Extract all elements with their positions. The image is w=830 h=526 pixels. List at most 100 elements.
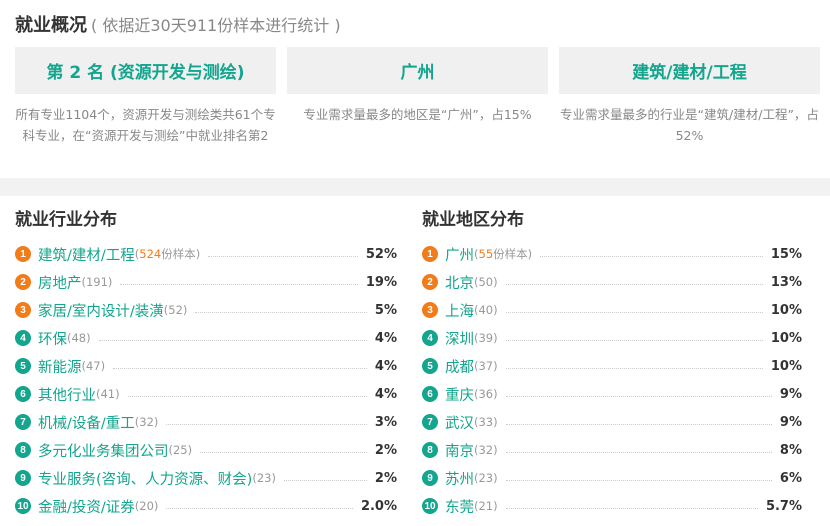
sample-count-prefix: (191) xyxy=(81,275,113,289)
industry-item-link[interactable]: 专业服务(咨询、人力资源、财会) xyxy=(38,468,252,489)
dotted-leader xyxy=(505,311,763,313)
region-item: 4 深圳 (39) 10% xyxy=(422,324,802,352)
rank-badge: 6 xyxy=(422,386,438,402)
dotted-leader xyxy=(166,507,353,509)
industry-item: 1 建筑/建材/工程 (524份样本) 52% xyxy=(15,240,397,268)
sample-count-prefix: (40) xyxy=(474,303,498,317)
sample-count: (48) xyxy=(67,331,91,345)
sample-count-suffix: 份样本) xyxy=(493,247,533,261)
top-region-card: 广州 xyxy=(287,47,548,94)
percentage: 5% xyxy=(374,302,397,318)
rank-badge: 10 xyxy=(422,498,438,514)
sample-count-suffix: 份样本) xyxy=(161,247,201,261)
region-item-link[interactable]: 北京 xyxy=(445,272,474,293)
section-divider xyxy=(0,178,830,196)
top-region-desc: 专业需求量最多的地区是“广州”，占15% xyxy=(303,107,532,122)
sample-count: (37) xyxy=(474,359,498,373)
industry-item-link[interactable]: 新能源 xyxy=(38,356,82,377)
rank-badge: 4 xyxy=(15,330,31,346)
sample-count: (47) xyxy=(82,359,106,373)
industry-item-link[interactable]: 其他行业 xyxy=(38,384,96,405)
region-item: 8 南京 (32) 8% xyxy=(422,436,802,464)
industry-item-link[interactable]: 多元化业务集团公司 xyxy=(38,440,169,461)
industry-title: 就业行业分布 xyxy=(15,210,117,230)
region-item: 1 广州 (55份样本) 15% xyxy=(422,240,802,268)
sample-count: (41) xyxy=(96,387,120,401)
region-item-link[interactable]: 深圳 xyxy=(445,328,474,349)
rank-badge: 7 xyxy=(15,414,31,430)
top-industry-card: 建筑/建材/工程 xyxy=(559,47,820,94)
sample-count-prefix: (20) xyxy=(134,499,159,513)
dotted-leader xyxy=(505,451,772,453)
sample-count: (50) xyxy=(474,275,498,289)
sample-count-prefix: (32) xyxy=(474,443,498,457)
sample-count: (33) xyxy=(474,415,498,429)
industry-item-link[interactable]: 环保 xyxy=(38,328,67,349)
region-item-link[interactable]: 苏州 xyxy=(445,468,474,489)
dotted-leader xyxy=(113,367,367,369)
sample-count-prefix: (47) xyxy=(81,359,106,373)
industry-distribution: 就业行业分布 1 建筑/建材/工程 (524份样本) 52% 2 房地产 (191) 19% 3… xyxy=(15,206,397,520)
rank-badge: 6 xyxy=(15,386,31,402)
region-item-link[interactable]: 武汉 xyxy=(445,412,474,433)
sample-count-prefix: (52) xyxy=(163,303,188,317)
sample-count-prefix: (23) xyxy=(252,471,276,485)
sample-count-prefix: (50) xyxy=(474,275,498,289)
sample-count: (191) xyxy=(82,275,113,289)
region-item-link[interactable]: 上海 xyxy=(445,300,474,321)
rank-badge: 1 xyxy=(15,246,31,262)
region-item-link[interactable]: 广州 xyxy=(445,244,474,265)
sample-count-prefix: (25) xyxy=(168,443,193,457)
percentage: 2% xyxy=(374,470,397,486)
dotted-leader xyxy=(505,479,772,481)
dotted-leader xyxy=(540,255,763,257)
rank-badge: 4 xyxy=(422,330,438,346)
dotted-leader xyxy=(505,395,772,397)
percentage: 52% xyxy=(365,246,397,262)
industry-item-link[interactable]: 家居/室内设计/装潢 xyxy=(38,300,164,321)
region-item-link[interactable]: 东莞 xyxy=(445,496,474,517)
industry-item-link[interactable]: 建筑/建材/工程 xyxy=(38,244,135,265)
region-item-link[interactable]: 南京 xyxy=(445,440,474,461)
percentage: 9% xyxy=(779,386,802,402)
sample-count: (20) xyxy=(135,499,159,513)
dotted-leader xyxy=(505,339,763,341)
sample-count-prefix: (48) xyxy=(67,331,91,345)
rank-badge: 2 xyxy=(422,274,438,290)
region-item-link[interactable]: 重庆 xyxy=(445,384,474,405)
dotted-leader xyxy=(505,367,763,369)
percentage: 19% xyxy=(365,274,397,290)
percentage: 4% xyxy=(374,330,397,346)
percentage: 3% xyxy=(374,414,397,430)
industry-item-link[interactable]: 金融/投资/证券 xyxy=(38,496,135,517)
overview-header: 就业概况( 依据近30天911份样本进行统计 ) xyxy=(15,11,341,37)
industry-item-link[interactable]: 机械/设备/重工 xyxy=(38,412,135,433)
percentage: 5.7% xyxy=(765,498,802,514)
region-item: 10 东莞 (21) 5.7% xyxy=(422,492,802,520)
region-item: 2 北京 (50) 13% xyxy=(422,268,802,296)
sample-count-prefix: (33) xyxy=(474,415,498,429)
industry-item: 8 多元化业务集团公司 (25) 2% xyxy=(15,436,397,464)
percentage: 15% xyxy=(770,246,802,262)
rank-badge: 7 xyxy=(422,414,438,430)
industry-list: 1 建筑/建材/工程 (524份样本) 52% 2 房地产 (191) 19% 3 家居/室内设计… xyxy=(15,240,397,520)
percentage: 4% xyxy=(374,386,397,402)
region-item: 9 苏州 (23) 6% xyxy=(422,464,802,492)
region-item: 6 重庆 (36) 9% xyxy=(422,380,802,408)
industry-item: 7 机械/设备/重工 (32) 3% xyxy=(15,408,397,436)
percentage: 8% xyxy=(779,442,802,458)
region-item: 5 成都 (37) 10% xyxy=(422,352,802,380)
region-item-link[interactable]: 成都 xyxy=(445,356,474,377)
percentage: 10% xyxy=(770,302,802,318)
rank-badge: 1 xyxy=(422,246,438,262)
ranking-desc: 所有专业1104个，资源开发与测绘类共61个专科专业，在“资源开发与测绘”中就业… xyxy=(15,107,276,143)
dotted-leader xyxy=(200,451,367,453)
dotted-leader xyxy=(505,283,763,285)
sample-count: (39) xyxy=(474,331,498,345)
overview-section: 就业概况( 依据近30天911份样本进行统计 ) 第 2 名 (资源开发与测绘)… xyxy=(0,0,830,178)
sample-count: (23) xyxy=(474,471,498,485)
region-item: 7 武汉 (33) 9% xyxy=(422,408,802,436)
industry-item-link[interactable]: 房地产 xyxy=(38,272,82,293)
sample-count: (55份样本) xyxy=(474,246,532,262)
dotted-leader xyxy=(208,255,358,257)
